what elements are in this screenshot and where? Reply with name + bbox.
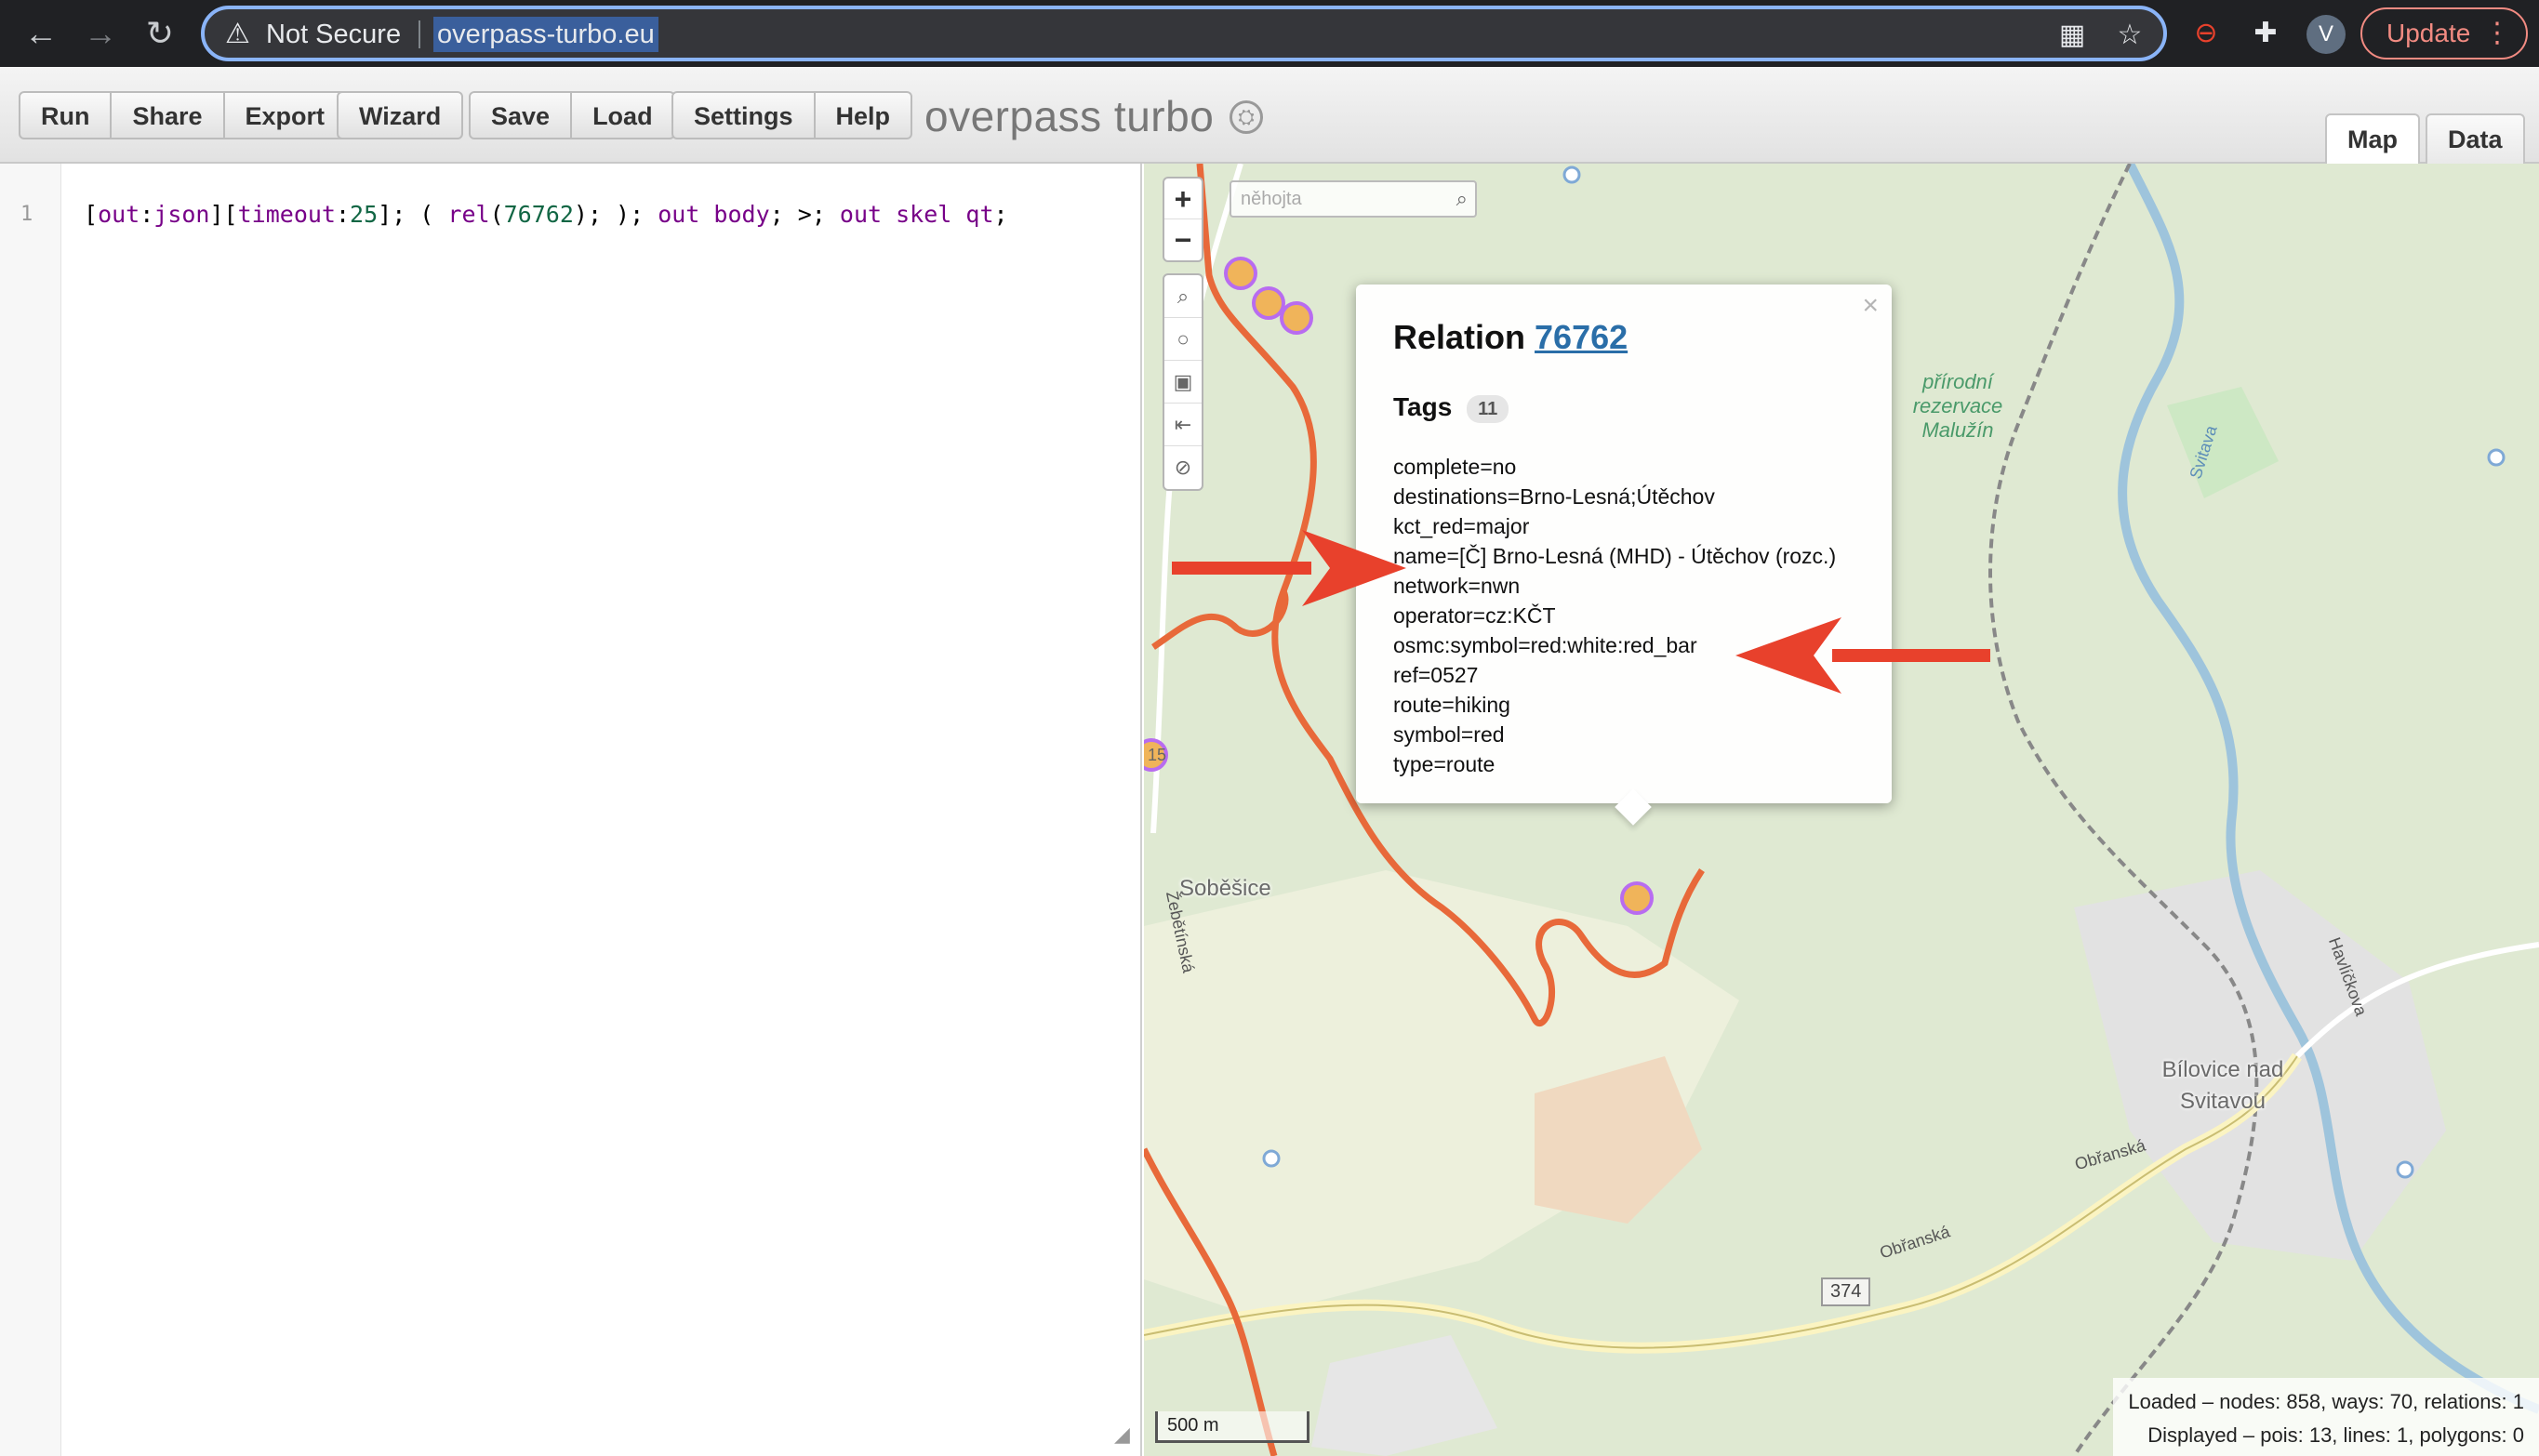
bookmark-star-icon[interactable]: ☆ — [2113, 19, 2147, 52]
tags-heading: Tags 11 — [1393, 392, 1509, 423]
toggle-panel-icon[interactable]: ⇤ — [1164, 404, 1202, 446]
query-editor[interactable]: 1 [out:json][timeout:25]; ( rel(76762); … — [0, 164, 1142, 1456]
map-view[interactable]: + − ⌕ ○ ▣ ⇤ ⊘ něhojta ⌕ Soběšice Bílovic… — [1144, 164, 2539, 1456]
tag-item: name=[Č] Brno-Lesná (MHD) - Útěchov (roz… — [1393, 544, 1837, 568]
warning-icon: ⚠ — [225, 19, 250, 49]
annotation-arrow-right-icon — [1172, 530, 1406, 606]
save-load-group: Save Load — [469, 91, 675, 139]
update-label: Update — [2386, 19, 2471, 47]
scale-bar: 500 m — [1155, 1411, 1309, 1443]
tag-item: network=nwn — [1393, 574, 1521, 598]
app-toolbar: Run Share Export Wizard Save Load Settin… — [0, 67, 2539, 164]
url-text[interactable]: overpass-turbo.eu — [433, 17, 658, 52]
profile-avatar[interactable]: V — [2306, 15, 2346, 54]
tag-item: symbol=red — [1393, 722, 1505, 747]
settings-button[interactable]: Settings — [671, 91, 816, 139]
bus-stop-4 — [2487, 448, 2506, 467]
line-number: 1 — [20, 203, 33, 226]
tab-data[interactable]: Data — [2426, 113, 2525, 164]
qr-code-icon[interactable]: ▦ — [2055, 19, 2089, 52]
code-line[interactable]: [out:json][timeout:25]; ( rel(76762); );… — [84, 201, 1008, 228]
route-node-2 — [1252, 286, 1285, 320]
status-panel: Loaded – nodes: 858, ways: 70, relations… — [2113, 1378, 2539, 1456]
app-title: overpass turbo — [924, 92, 1215, 140]
railway-line — [1988, 164, 2259, 1456]
relation-popup: × Relation 76762 Tags 11 complete=no des… — [1356, 285, 1892, 826]
settings-help-group: Settings Help — [671, 91, 913, 139]
tab-map[interactable]: Map — [2325, 113, 2420, 164]
settlement-area — [1311, 1335, 1497, 1456]
browser-chrome: ← → ↻ ⚠ Not Secure overpass-turbo.eu ▦ ☆… — [0, 0, 2539, 67]
zoom-to-data-icon[interactable]: ⌕ — [1164, 275, 1202, 318]
share-button[interactable]: Share — [112, 91, 225, 139]
load-button[interactable]: Load — [572, 91, 675, 139]
bus-stop-1 — [1562, 165, 1581, 184]
tag-item: destinations=Brno-Lesná;Útěchov — [1393, 484, 1715, 509]
extensions-puzzle-icon[interactable]: ✚ — [2247, 15, 2284, 52]
tags-label: Tags — [1393, 392, 1453, 421]
tags-count-badge: 11 — [1467, 394, 1509, 423]
clear-data-icon[interactable]: ⊘ — [1164, 446, 1202, 489]
run-button[interactable]: Run — [19, 91, 113, 139]
place-reserve: přírodní rezervace Malužín — [1912, 370, 2003, 442]
export-button[interactable]: Export — [224, 91, 348, 139]
route-node-3 — [1280, 301, 1313, 335]
line-gutter: 1 — [0, 164, 61, 1456]
close-icon[interactable]: × — [1862, 290, 1879, 322]
run-share-export-group: Run Share Export — [19, 91, 348, 139]
road-shield: 374 — [1821, 1277, 1871, 1306]
popup-title-prefix: Relation — [1393, 318, 1526, 356]
help-button[interactable]: Help — [815, 91, 913, 139]
relation-id-link[interactable]: 76762 — [1535, 318, 1628, 356]
edge-number: 15 — [1148, 746, 1167, 764]
popup-title: Relation 76762 — [1393, 318, 1628, 357]
security-label[interactable]: Not Secure — [266, 19, 401, 50]
tag-item: type=route — [1393, 752, 1495, 776]
reserve-area — [2167, 387, 2279, 498]
reload-icon[interactable]: ↻ — [138, 11, 182, 56]
tag-item: complete=no — [1393, 455, 1517, 479]
update-button[interactable]: Update ⋮ — [2360, 7, 2528, 60]
extension-blocker-icon[interactable]: ⊖ — [2187, 15, 2225, 52]
zoom-in-button[interactable]: + — [1164, 179, 1202, 219]
menu-dots-icon: ⋮ — [2483, 18, 2511, 48]
map-search-input[interactable]: něhojta ⌕ — [1230, 180, 1477, 218]
route-node-1 — [1224, 257, 1257, 290]
zoom-out-button[interactable]: − — [1164, 219, 1202, 260]
tag-item: kct_red=major — [1393, 514, 1530, 538]
annotation-arrow-left-icon — [1735, 617, 1990, 694]
status-displayed: Displayed – pois: 13, lines: 1, polygons… — [2147, 1423, 2524, 1447]
back-icon[interactable]: ← — [19, 11, 63, 56]
logo-icon: ⛭ — [1230, 100, 1263, 134]
place-sobesice: Soběšice — [1179, 876, 1271, 901]
omnibox-divider — [419, 20, 420, 48]
address-bar[interactable]: ⚠ Not Secure overpass-turbo.eu ▦ ☆ — [201, 6, 2167, 61]
zoom-controls: + − — [1163, 177, 1203, 262]
place-bilovice: Bílovice nad Svitavou — [2161, 1057, 2284, 1114]
save-button[interactable]: Save — [469, 91, 573, 139]
status-loaded: Loaded – nodes: 858, ways: 70, relations… — [2128, 1390, 2524, 1413]
wizard-group: Wizard — [337, 91, 464, 139]
route-node-4 — [1620, 881, 1654, 915]
search-icon[interactable]: ⌕ — [1456, 182, 1468, 216]
locate-icon[interactable]: ○ — [1164, 318, 1202, 361]
forward-icon[interactable]: → — [78, 11, 123, 56]
map-tools: ⌕ ○ ▣ ⇤ ⊘ — [1163, 273, 1203, 491]
wizard-button[interactable]: Wizard — [337, 91, 464, 139]
fullscreen-icon[interactable]: ▣ — [1164, 361, 1202, 404]
resize-handle-icon[interactable]: ◢ — [1114, 1423, 1130, 1447]
bus-stop-3 — [2396, 1160, 2414, 1179]
bus-stop-2 — [1262, 1149, 1281, 1168]
map-search-placeholder: něhojta — [1241, 189, 1302, 209]
